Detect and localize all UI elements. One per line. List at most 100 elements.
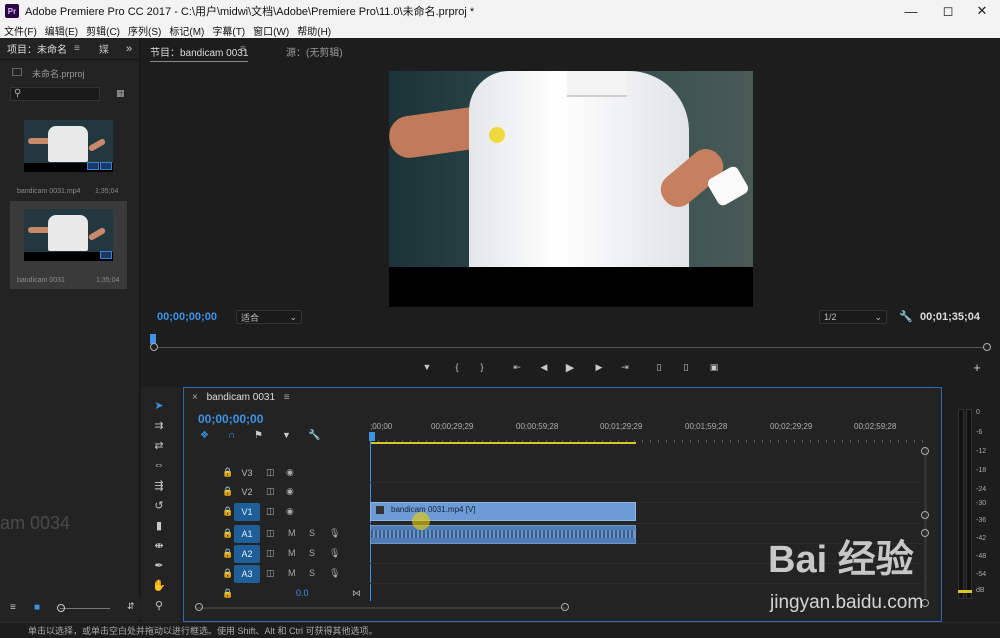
eye-icon[interactable]: ◉ (286, 486, 294, 497)
sync-lock-icon[interactable]: ◫ (266, 506, 275, 517)
rate-stretch-tool-icon[interactable]: ⇶ (151, 478, 167, 492)
minimize-icon[interactable]: — (893, 0, 929, 22)
tab-media-browser[interactable]: 媒 (92, 41, 116, 56)
maximize-icon[interactable]: ◻ (930, 0, 966, 22)
track-label[interactable]: V1 (234, 503, 260, 521)
vertical-scrollbar[interactable] (924, 448, 927, 598)
timeline-settings-icon[interactable]: 🔧 (308, 430, 320, 441)
zoom-slider[interactable] (60, 608, 110, 609)
lock-icon[interactable]: 🔒 (222, 467, 233, 478)
go-to-out-icon[interactable]: ⇥ (618, 361, 632, 373)
menu-sequence[interactable]: 序列(S) (124, 23, 165, 38)
track-header-a3[interactable]: 🔒 A3 ◫ M S 🎙 (184, 565, 368, 585)
timeline-timecode[interactable]: 00;00;00;00 (198, 412, 263, 426)
solo-button[interactable]: S (309, 548, 315, 558)
video-preview[interactable] (389, 71, 753, 307)
lock-icon[interactable]: 🔒 (222, 486, 233, 497)
menu-file[interactable]: 文件(F) (0, 23, 41, 38)
tab-program[interactable]: 节目：bandicam 0031 (150, 44, 249, 62)
menu-edit[interactable]: 编辑(E) (41, 23, 82, 38)
mute-button[interactable]: M (288, 548, 296, 558)
hand-tool-icon[interactable]: ✋ (151, 578, 167, 592)
vscroll-handle-mid[interactable] (921, 511, 929, 519)
list-item[interactable]: bandicam 0031.mp4 1;35;04 (12, 114, 126, 208)
zoom-tool-icon[interactable]: ⚲ (151, 598, 167, 612)
in-point-icon[interactable]: { (450, 361, 464, 373)
snap-icon[interactable]: ∩ (228, 430, 235, 441)
track-header-master[interactable]: 🔒 0.0 ⋈ (184, 585, 368, 605)
selection-tool-icon[interactable]: ➤ (151, 398, 167, 412)
track-header-v3[interactable]: 🔒 V3 ◫ ◉ (184, 464, 368, 484)
panel-menu-icon[interactable]: ≡ (240, 44, 246, 55)
track-select-tool-icon[interactable]: ⇉ (151, 418, 167, 432)
monitor-timeline-ruler[interactable] (153, 347, 988, 348)
mute-button[interactable]: M (288, 528, 296, 538)
track-header-a1[interactable]: 🔒 A1 ◫ M S 🎙 (184, 525, 368, 545)
mute-button[interactable]: M (288, 568, 296, 578)
panel-menu-icon[interactable]: ≡ (74, 43, 80, 54)
microphone-icon[interactable]: 🎙 (329, 568, 340, 579)
new-bin-icon[interactable]: ▦ (116, 88, 125, 99)
sort-icon[interactable]: ⇵ (127, 601, 135, 612)
menu-marker[interactable]: 标记(M) (165, 23, 208, 38)
marker-icon[interactable]: ▼ (420, 361, 434, 373)
menu-clip[interactable]: 剪辑(C) (82, 23, 124, 38)
lock-icon[interactable]: 🔒 (222, 568, 233, 579)
go-to-end-icon[interactable]: ⋈ (352, 588, 361, 599)
play-icon[interactable]: ▶ (563, 361, 577, 374)
audio-clip[interactable] (370, 525, 636, 544)
razor-tool-icon[interactable]: ↺ (151, 498, 167, 512)
linked-selection-icon[interactable]: ⚑ (254, 430, 263, 441)
solo-button[interactable]: S (309, 528, 315, 538)
eye-icon[interactable]: ◉ (286, 467, 294, 478)
track-header-a2[interactable]: 🔒 A2 ◫ M S 🎙 (184, 545, 368, 565)
video-clip[interactable]: bandicam 0031.mp4 [V] (370, 502, 636, 521)
track-label[interactable]: A1 (234, 525, 260, 543)
extract-icon[interactable]: ▯ (679, 361, 693, 373)
close-icon[interactable]: ✕ (964, 0, 1000, 22)
playhead[interactable] (369, 432, 375, 441)
track-header-v1[interactable]: 🔒 V1 ◫ ◉ (184, 503, 368, 523)
work-area-bar[interactable] (370, 442, 636, 444)
lock-icon[interactable]: 🔒 (222, 506, 233, 517)
sync-lock-icon[interactable]: ◫ (266, 486, 275, 497)
solo-button[interactable]: S (309, 568, 315, 578)
track-label[interactable]: V3 (234, 464, 260, 482)
master-volume-value[interactable]: 0.0 (296, 588, 309, 598)
track-header-v2[interactable]: 🔒 V2 ◫ ◉ (184, 483, 368, 503)
step-forward-icon[interactable]: ▶ (592, 361, 606, 373)
resolution-dropdown[interactable]: 1/2 ⌄ (819, 310, 887, 324)
slide-tool-icon[interactable]: ⇼ (151, 538, 167, 552)
nest-toggle-icon[interactable]: ❖ (200, 430, 209, 441)
vscroll-handle-audio[interactable] (921, 529, 929, 537)
tab-source[interactable]: 源：(无剪辑) (286, 44, 343, 59)
tab-project[interactable]: 项目：未命名 (0, 41, 74, 56)
scroll-handle-right[interactable] (561, 603, 569, 611)
sync-lock-icon[interactable]: ◫ (266, 568, 275, 579)
fit-dropdown[interactable]: 适合 ⌄ (236, 310, 302, 324)
track-label[interactable]: A2 (234, 545, 260, 563)
menu-help[interactable]: 帮助(H) (293, 23, 335, 38)
close-icon[interactable]: × (192, 392, 198, 403)
track-label[interactable]: V2 (234, 483, 260, 501)
scroll-handle-left[interactable] (195, 603, 203, 611)
ripple-edit-tool-icon[interactable]: ⇄ (151, 438, 167, 452)
microphone-icon[interactable]: 🎙 (329, 548, 340, 559)
wrench-icon[interactable]: 🔧 (899, 310, 913, 323)
eye-icon[interactable]: ◉ (286, 506, 294, 517)
add-button-icon[interactable]: + (970, 360, 984, 375)
timeline-scrollbar[interactable] (196, 607, 566, 609)
list-view-icon[interactable]: ≡ (10, 602, 16, 613)
vscroll-handle-top[interactable] (921, 447, 929, 455)
menu-window[interactable]: 窗口(W) (249, 23, 293, 38)
current-timecode[interactable]: 00;00;00;00 (157, 311, 217, 323)
go-to-in-icon[interactable]: ⇤ (510, 361, 524, 373)
list-item[interactable]: bandicam 0031 1;35;04 (10, 201, 127, 289)
lift-icon[interactable]: ▯ (652, 361, 666, 373)
icon-view-icon[interactable]: ■ (34, 602, 40, 613)
lock-icon[interactable]: 🔒 (222, 528, 233, 539)
zoom-handle-right[interactable] (983, 343, 991, 351)
microphone-icon[interactable]: 🎙 (329, 528, 340, 539)
lock-icon[interactable]: 🔒 (222, 588, 233, 599)
slip-tool-icon[interactable]: ▮ (151, 518, 167, 532)
